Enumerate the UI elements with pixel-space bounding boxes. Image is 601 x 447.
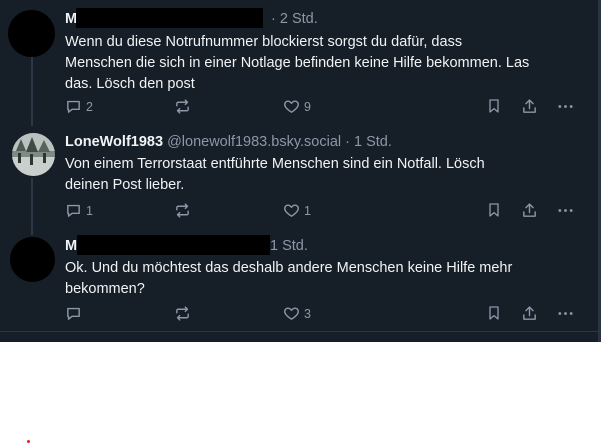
avatar[interactable]: [12, 133, 55, 176]
red-dot: [27, 440, 30, 443]
redaction-bar: [76, 8, 263, 28]
post-actions: 3: [0, 305, 601, 325]
like-count: 1: [304, 203, 311, 218]
like-count: 9: [304, 99, 311, 114]
heart-icon: [283, 202, 300, 219]
speech-bubble-icon: [65, 98, 82, 115]
post-text: Von einem Terrorstaat entführte Menschen…: [65, 154, 585, 196]
repost-button[interactable]: [174, 202, 191, 219]
like-button[interactable]: 1: [283, 202, 311, 219]
post-time[interactable]: · 1 Std.: [345, 134, 392, 150]
like-button[interactable]: 9: [283, 98, 311, 115]
post-time[interactable]: · 2 Std.: [271, 11, 318, 27]
speech-bubble-icon: [65, 202, 82, 219]
post-text: Ok. Und du möchtest das deshalb andere M…: [65, 258, 585, 300]
author-handle[interactable]: @lonewolf1983.bsky.social: [167, 134, 341, 150]
reply-button[interactable]: 2: [65, 98, 93, 115]
repost-button[interactable]: [174, 305, 191, 322]
repost-arrows-icon: [174, 98, 191, 115]
reply-button[interactable]: 1: [65, 202, 93, 219]
like-button[interactable]: 3: [283, 305, 311, 322]
text-line: Von einem Terrorstaat entführte Menschen…: [65, 156, 485, 172]
share-icon: [521, 98, 538, 115]
text-line: bekommen?: [65, 281, 145, 297]
heart-icon: [283, 98, 300, 115]
bookmark-icon: [486, 98, 502, 114]
text-line: Menschen die sich in einer Notlage befin…: [65, 55, 530, 71]
reply-button[interactable]: [65, 305, 86, 322]
reply-count: 2: [86, 99, 93, 114]
avatar[interactable]: [8, 10, 55, 57]
bookmark-button[interactable]: [486, 305, 502, 321]
panel-divider: [0, 331, 601, 332]
share-icon: [521, 305, 538, 322]
author-name[interactable]: LoneWolf1983: [65, 134, 163, 150]
bookmark-icon: [486, 305, 502, 321]
more-button[interactable]: [557, 202, 574, 219]
repost-button[interactable]: [174, 98, 191, 115]
post-actions: 2 9: [0, 98, 601, 118]
repost-arrows-icon: [174, 305, 191, 322]
avatar[interactable]: [10, 237, 55, 282]
speech-bubble-icon: [65, 305, 82, 322]
bookmark-icon: [486, 202, 502, 218]
reply-count: 1: [86, 203, 93, 218]
share-button[interactable]: [521, 98, 538, 115]
more-dots-icon: [557, 98, 574, 115]
bookmark-button[interactable]: [486, 98, 502, 114]
share-button[interactable]: [521, 202, 538, 219]
more-button[interactable]: [557, 305, 574, 322]
share-button[interactable]: [521, 305, 538, 322]
post-header: LoneWolf1983 @lonewolf1983.bsky.social ·…: [65, 134, 392, 150]
post-3[interactable]: M 1 Std. Ok. Und du möchtest das deshalb…: [0, 232, 601, 332]
redaction-bar: [77, 235, 270, 255]
more-dots-icon: [557, 202, 574, 219]
post-2[interactable]: LoneWolf1983 @lonewolf1983.bsky.social ·…: [0, 122, 601, 232]
like-count: 3: [304, 306, 311, 321]
text-line: Wenn du diese Notrufnummer blockierst so…: [65, 34, 463, 50]
author-name[interactable]: M: [65, 238, 77, 254]
post-time[interactable]: 1 Std.: [270, 238, 308, 254]
post-text: Wenn du diese Notrufnummer blockierst so…: [65, 32, 585, 95]
text-line: das. Lösch den post: [65, 76, 195, 92]
share-icon: [521, 202, 538, 219]
heart-icon: [283, 305, 300, 322]
text-line: deinen Post lieber.: [65, 177, 185, 193]
bookmark-button[interactable]: [486, 202, 502, 218]
more-button[interactable]: [557, 98, 574, 115]
more-dots-icon: [557, 305, 574, 322]
post-actions: 1 1: [0, 202, 601, 222]
post-1[interactable]: M · 2 Std. Wenn du diese Notrufnummer bl…: [0, 0, 601, 122]
text-line: Ok. Und du möchtest das deshalb andere M…: [65, 260, 513, 276]
repost-arrows-icon: [174, 202, 191, 219]
